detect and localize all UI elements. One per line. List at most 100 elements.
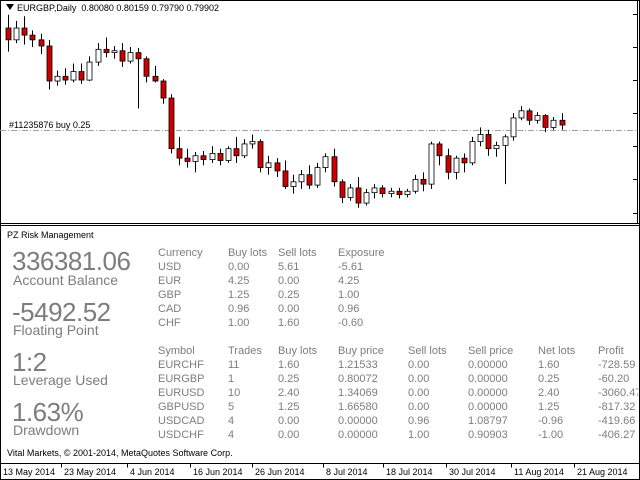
chart-symbol: EURGBP,Daily xyxy=(17,3,77,13)
symbol-table-cell: 0.96 xyxy=(408,415,430,427)
symbol-table-cell: 1.21533 xyxy=(338,359,378,371)
candle xyxy=(396,187,403,199)
candle xyxy=(160,79,167,104)
risk-management-panel: PZ Risk Management 336381.06 Account Bal… xyxy=(2,226,638,462)
currency-table-cell: 0.00 xyxy=(278,275,300,287)
symbol-table-cell: 1.25 xyxy=(278,401,300,413)
currency-table-cell: 4.25 xyxy=(228,275,250,287)
bull-candle-body xyxy=(127,52,134,62)
symbol-table-cell: 0.25 xyxy=(538,373,560,385)
bear-candle-body xyxy=(257,141,264,168)
symbol-table-cell: 0.00000 xyxy=(468,359,508,371)
currency-table-cell: GBP xyxy=(158,289,182,301)
bear-candle-body xyxy=(152,75,159,82)
candle xyxy=(176,136,183,166)
chart-header: EURGBP,Daily 0.80080 0.80159 0.79790 0.7… xyxy=(6,3,219,13)
symbol-table-cell: -60.20 xyxy=(598,373,630,385)
bear-candle-body xyxy=(339,181,346,198)
currency-table-cell: 4.25 xyxy=(338,275,360,287)
currency-table-cell: 0.25 xyxy=(278,289,300,301)
time-axis-label: 11 Aug 2014 xyxy=(514,467,564,477)
candle xyxy=(550,116,557,130)
time-axis-label: 8 Jul 2014 xyxy=(326,467,368,477)
currency-table-header: Currency xyxy=(158,247,203,259)
currency-table-cell: 5.61 xyxy=(278,261,300,273)
candle xyxy=(200,151,207,166)
symbol-table-cell: -406.27 xyxy=(598,429,636,441)
symbol-table-header: Symbol xyxy=(158,345,195,357)
account-balance-label: Account Balance xyxy=(13,272,119,288)
currency-table-cell: 1.00 xyxy=(228,317,250,329)
symbol-table-cell: 1 xyxy=(228,373,235,385)
bear-candle-body xyxy=(46,45,53,82)
bull-candle-body xyxy=(192,155,199,162)
bear-candle-body xyxy=(103,48,110,54)
bull-candle-body xyxy=(510,117,517,138)
symbol-table-cell: 1.66580 xyxy=(338,401,378,413)
currency-table-cell: EUR xyxy=(158,275,182,287)
bull-candle-body xyxy=(404,190,411,195)
candle xyxy=(510,113,517,141)
currency-table-cell: CAD xyxy=(158,303,182,315)
candle xyxy=(404,188,411,198)
symbol-table-cell: 1.60 xyxy=(538,359,560,371)
candle xyxy=(62,68,69,85)
bear-candle-body xyxy=(420,179,427,185)
candle xyxy=(282,160,289,189)
bear-candle-body xyxy=(559,119,566,126)
candle xyxy=(371,184,378,199)
bear-candle-body xyxy=(282,170,289,187)
candle xyxy=(192,151,199,173)
bull-candle-body xyxy=(209,152,216,160)
symbol-table-header: Trades xyxy=(228,345,262,357)
candle xyxy=(355,177,362,208)
bull-candle-body xyxy=(111,50,118,54)
bear-candle-body xyxy=(160,80,167,99)
time-axis-label: 21 Aug 2014 xyxy=(577,467,628,477)
bull-candle-body xyxy=(493,144,500,150)
currency-table-cell: 0.00 xyxy=(278,303,300,315)
currency-table-cell: CHF xyxy=(158,317,181,329)
candle xyxy=(436,141,443,166)
candle xyxy=(241,139,248,159)
time-axis-label: 30 Jul 2014 xyxy=(449,467,496,477)
symbol-table-cell: 4 xyxy=(228,415,235,427)
candle xyxy=(274,158,281,178)
candle xyxy=(485,129,492,156)
currency-table-cell: 1.00 xyxy=(338,289,360,301)
symbol-table-cell: 0.00000 xyxy=(338,415,378,427)
currency-table-cell: 0.96 xyxy=(338,303,360,315)
bear-candle-body xyxy=(143,58,150,77)
candle xyxy=(347,184,354,201)
bull-candle-body xyxy=(13,27,20,41)
symbol-table-cell: 0.00000 xyxy=(468,373,508,385)
bear-candle-body xyxy=(306,174,313,186)
bear-candle-body xyxy=(526,110,533,121)
candle xyxy=(127,46,134,64)
candle xyxy=(184,148,191,168)
symbol-table-cell: -817.32 xyxy=(598,401,636,413)
symbol-table-cell: -419.66 xyxy=(598,415,636,427)
bull-candle-body xyxy=(314,167,321,186)
symbol-table-cell: USDCHF xyxy=(158,429,204,441)
bull-candle-body xyxy=(241,143,248,157)
bull-candle-body xyxy=(388,190,395,195)
order-line-label[interactable]: #11235876 buy 0.25 xyxy=(9,120,90,130)
symbol-table-cell: GBPUSD xyxy=(158,401,205,413)
candle xyxy=(534,112,541,124)
symbol-table-cell: 5 xyxy=(228,401,235,413)
bull-candle-body xyxy=(363,192,370,204)
currency-table-cell: 0.00 xyxy=(228,261,250,273)
candle xyxy=(209,146,216,163)
bull-candle-body xyxy=(518,110,525,119)
candle xyxy=(21,16,28,45)
bull-candle-body xyxy=(347,187,354,198)
currency-table-cell: 1.25 xyxy=(228,289,250,301)
candle xyxy=(5,14,12,52)
bull-candle-body xyxy=(54,75,61,82)
symbol-table-header: Net lots xyxy=(538,345,576,357)
currency-table-cell: -0.60 xyxy=(338,317,364,329)
bear-candle-body xyxy=(542,115,549,128)
candle xyxy=(290,174,297,194)
panel-footer: Vital Markets, © 2001-2014, MetaQuotes S… xyxy=(7,448,233,458)
